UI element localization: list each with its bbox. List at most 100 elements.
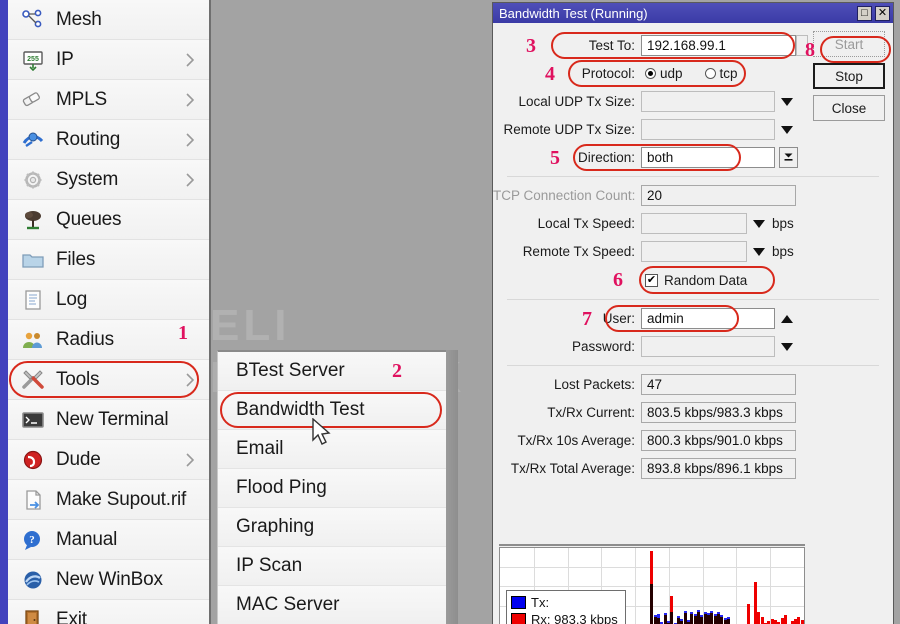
dude-icon [23,450,43,469]
main-menu-item-label: Dude [56,448,101,470]
main-menu-item-ip[interactable]: 255 IP [8,40,209,80]
tools-submenu[interactable]: BTest Server Bandwidth Test Email Flood Pin… [217,350,446,624]
close-icon[interactable]: ✕ [875,5,890,21]
main-menu-item-label: New WinBox [56,568,163,590]
chevron-down-icon[interactable] [781,342,793,351]
txrx-10s-value: 800.3 kbps/901.0 kbps [641,430,796,451]
main-menu-item-log[interactable]: Log [8,280,209,320]
local-udp-tx-size-row: Local UDP Tx Size: [493,89,893,114]
user-input[interactable]: admin [641,308,775,329]
radius-users-icon [16,326,50,354]
chevron-up-icon[interactable] [781,314,793,323]
submenu-item-label: Bandwidth Test [236,399,365,420]
protocol-udp-option[interactable]: udp [645,66,683,81]
chart-bar-rx [757,612,760,624]
main-menu-item-queues[interactable]: Queues [8,200,209,240]
chart-bar-tx [650,584,653,624]
direction-dropdown-button[interactable] [779,147,798,168]
tcp-connection-count-input[interactable]: 20 [641,185,796,206]
submenu-arrow-icon [185,52,195,67]
terminal-icon [16,406,50,434]
queues-icon [25,210,41,229]
help-icon: ? [24,530,40,550]
chevron-down-icon[interactable] [753,247,765,256]
submenu-item-email[interactable]: Email [218,430,446,469]
dialog-body: Start Stop Close Test To: 192.168.99.1 3… [493,23,893,624]
bandwidth-test-dialog[interactable]: Bandwidth Test (Running) □ ✕ Start Stop … [492,2,894,624]
submenu-arrow-icon [185,452,195,467]
main-menu-item-new-winbox[interactable]: New WinBox [8,560,209,600]
radio-udp-icon[interactable] [645,68,656,79]
submenu-item-flood-ping[interactable]: Flood Ping [218,469,446,508]
local-tx-speed-unit: bps [772,216,794,231]
txrx-total-label: Tx/Rx Total Average: [510,461,635,476]
submenu-item-label: IP Scan [236,555,303,576]
folder-icon [16,246,50,274]
protocol-row: Protocol: udp tcp 4 [493,60,893,87]
user-row: User: admin 7 [493,305,893,332]
submenu-item-graphing[interactable]: Graphing [218,508,446,547]
main-menu-item-label: New Terminal [56,408,169,430]
protocol-label: Protocol: [581,66,635,81]
txrx-current-value: 803.5 kbps/983.3 kbps [641,402,796,423]
mpls-icon [22,91,40,106]
maximize-icon[interactable]: □ [857,5,872,21]
main-menu-item-manual[interactable]: ? Manual [8,520,209,560]
direction-input[interactable]: both [641,147,775,168]
main-menu-item-label: Manual [56,528,118,550]
password-input[interactable] [641,336,775,357]
direction-row: Direction: both 5 [493,144,893,171]
submenu-item-ip-scan[interactable]: IP Scan [218,547,446,586]
chevron-down-icon[interactable] [781,97,793,106]
main-menu-item-tools[interactable]: Tools [8,360,209,400]
main-menu-item-mesh[interactable]: Mesh [8,0,209,40]
main-menu-item-label: Make Supout.rif [56,488,187,510]
lost-packets-value: 47 [641,374,796,395]
chart-bar-tx [680,619,683,624]
submenu-item-mac-server[interactable]: MAC Server [218,586,446,624]
submenu-item-bandwidth-test[interactable]: Bandwidth Test [218,391,446,430]
local-tx-speed-input[interactable] [641,213,747,234]
main-menu-item-mpls[interactable]: MPLS [8,80,209,120]
submenu-edge-shadow [446,350,458,624]
remote-tx-speed-input[interactable] [641,241,747,262]
chart-bar-rx [797,617,800,624]
main-menu-item-label: Radius [56,328,114,350]
legend-swatch-rx [511,613,526,624]
queues-icon [16,206,50,234]
svg-text:255: 255 [27,56,39,63]
main-menu-item-system[interactable]: System [8,160,209,200]
legend-row-tx: Tx: [511,594,618,611]
main-menu-item-make-supout-rif[interactable]: Make Supout.rif [8,480,209,520]
random-data-row: ✔ Random Data 6 [493,266,893,294]
chevron-down-icon[interactable] [753,219,765,228]
main-menu-item-dude[interactable]: Dude [8,440,209,480]
divider-1 [507,176,879,177]
password-row: Password: [493,334,893,359]
main-menu[interactable]: Mesh 255 IP MPLS Routing System Queues Files Log… [8,0,211,624]
divider-2 [507,299,879,300]
main-menu-item-exit[interactable]: Exit [8,600,209,624]
chart-bar-tx [710,611,713,624]
main-menu-item-new-terminal[interactable]: New Terminal [8,400,209,440]
txrx-current-label: Tx/Rx Current: [547,405,635,420]
remote-udp-tx-size-input[interactable] [641,119,775,140]
chart-bar-rx [784,615,787,624]
dialog-title-bar[interactable]: Bandwidth Test (Running) □ ✕ [493,3,893,23]
random-data-checkbox[interactable]: ✔ [645,274,658,287]
test-to-input[interactable]: 192.168.99.1 [641,35,796,56]
main-menu-item-routing[interactable]: Routing [8,120,209,160]
routing-icon [22,132,44,147]
exit-door-icon [16,606,50,624]
main-menu-item-files[interactable]: Files [8,240,209,280]
local-udp-tx-size-input[interactable] [641,91,775,112]
bandwidth-chart: Tx: Rx: 983.3 kbps [499,547,805,624]
chevron-down-icon[interactable] [781,125,793,134]
chart-bar-tx [670,612,673,624]
radio-tcp-icon[interactable] [704,68,716,79]
random-data-checkbox-group[interactable]: ✔ Random Data [645,273,747,288]
mpls-icon [16,86,50,114]
submenu-item-btest-server[interactable]: BTest Server [218,352,446,391]
document-export-icon [26,489,41,510]
protocol-tcp-option[interactable]: tcp [704,66,738,81]
